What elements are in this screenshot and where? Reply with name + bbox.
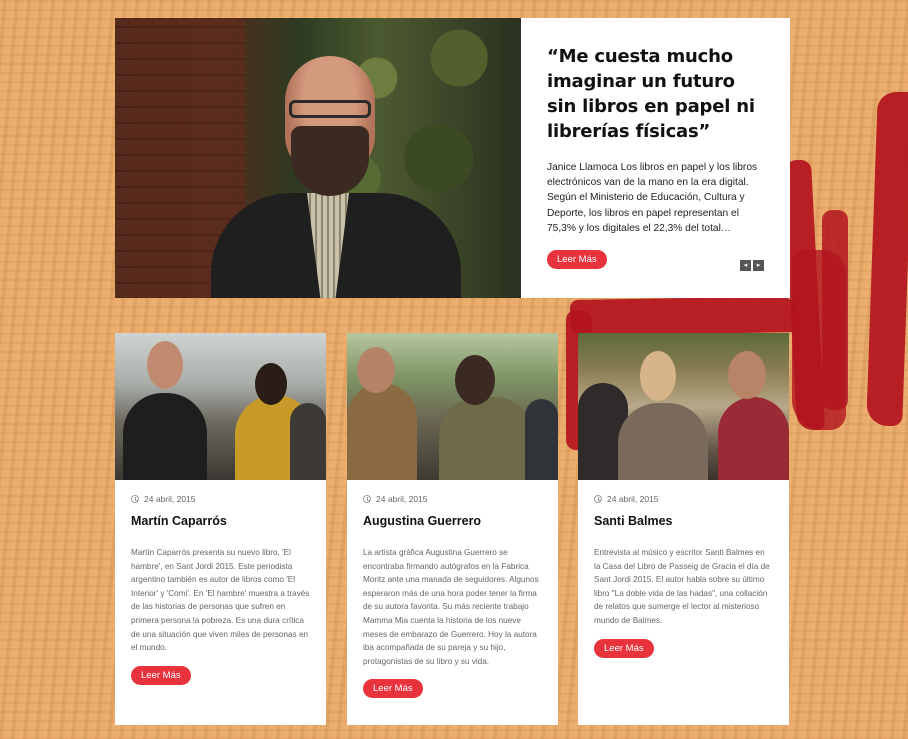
- article-card: 24 abril, 2015 Augustina Guerrero La art…: [347, 333, 558, 725]
- article-date: 24 abril, 2015: [363, 494, 542, 504]
- read-more-button[interactable]: Leer Más: [363, 679, 423, 699]
- featured-slider: “Me cuesta mucho imaginar un futuro sin …: [115, 18, 790, 298]
- article-title[interactable]: Santi Balmes: [594, 514, 773, 528]
- next-arrow-icon[interactable]: ▸: [753, 260, 764, 271]
- prev-arrow-icon[interactable]: ◂: [740, 260, 751, 271]
- article-card: 24 abril, 2015 Martín Caparrós Martín Ca…: [115, 333, 326, 725]
- article-title[interactable]: Augustina Guerrero: [363, 514, 542, 528]
- read-more-button[interactable]: Leer Más: [131, 665, 191, 685]
- clock-icon: [594, 495, 602, 503]
- article-date-text: 24 abril, 2015: [376, 494, 428, 504]
- decorative-brush-stroke: [866, 92, 908, 426]
- clock-icon: [131, 495, 139, 503]
- article-title[interactable]: Martín Caparrós: [131, 514, 310, 528]
- decorative-brush-stroke: [792, 250, 846, 430]
- slider-controls: ◂ ▸: [740, 260, 764, 271]
- article-photo[interactable]: [347, 333, 558, 480]
- article-date: 24 abril, 2015: [594, 494, 773, 504]
- featured-title: “Me cuesta mucho imaginar un futuro sin …: [547, 46, 755, 142]
- article-date-text: 24 abril, 2015: [144, 494, 196, 504]
- featured-read-more-button[interactable]: Leer Más: [547, 250, 607, 270]
- featured-excerpt: Janice Llamoca Los libros en papel y los…: [547, 162, 758, 234]
- article-excerpt: Martín Caparrós presenta su nuevo libro,…: [131, 548, 310, 653]
- article-card: 24 abril, 2015 Santi Balmes Entrevista a…: [578, 333, 789, 725]
- article-photo[interactable]: [578, 333, 789, 480]
- read-more-button[interactable]: Leer Más: [594, 638, 654, 658]
- article-photo[interactable]: [115, 333, 326, 480]
- article-date: 24 abril, 2015: [131, 494, 310, 504]
- article-date-text: 24 abril, 2015: [607, 494, 659, 504]
- article-excerpt: La artista gráfica Augustina Guerrero se…: [363, 548, 539, 666]
- featured-text-panel: “Me cuesta mucho imaginar un futuro sin …: [521, 18, 790, 298]
- article-excerpt: Entrevista al músico y escritor Santi Ba…: [594, 548, 770, 625]
- decorative-brush-stroke: [570, 296, 798, 336]
- featured-photo: [115, 18, 521, 298]
- clock-icon: [363, 495, 371, 503]
